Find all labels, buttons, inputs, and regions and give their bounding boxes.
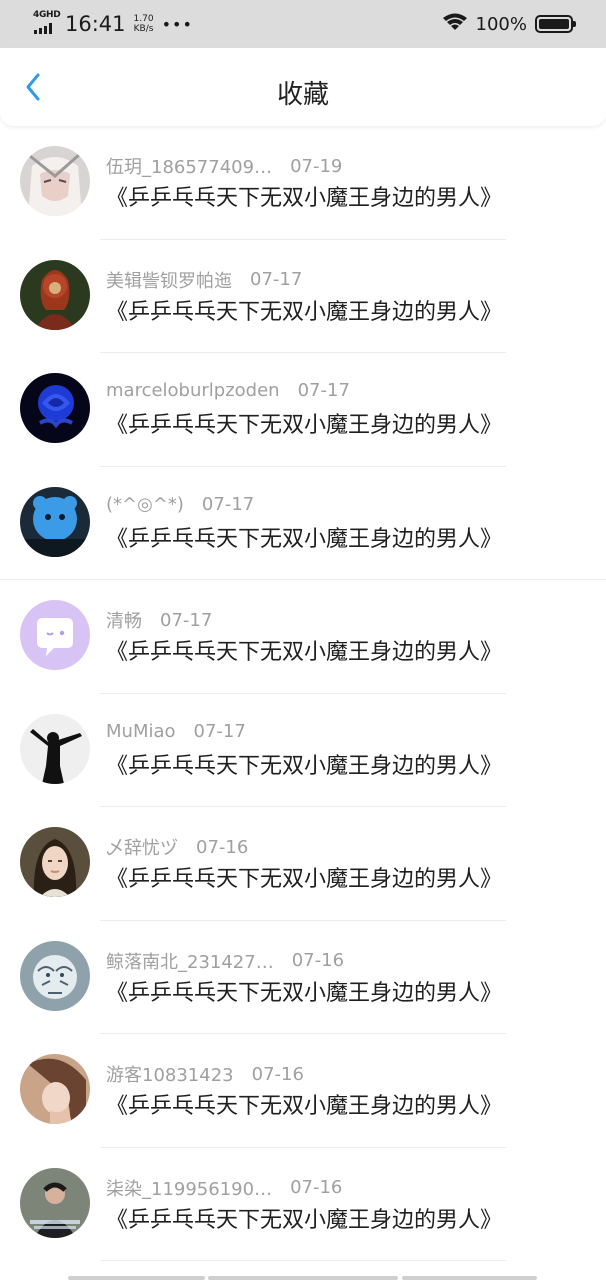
username[interactable]: 游客10831423 bbox=[106, 1061, 234, 1087]
item-meta: 游客10831423 07-16 bbox=[106, 1061, 304, 1087]
status-bar: 4GHD 16:41 1.70 KB/s ••• 100% bbox=[0, 0, 606, 48]
item-meta: (*^◎^*) 07-17 bbox=[106, 494, 254, 515]
speed-value: 1.70 bbox=[133, 14, 154, 24]
next-item-peek bbox=[0, 1272, 606, 1280]
list-item[interactable]: (*^◎^*) 07-17 《乒乒乓乓天下无双小魔王身边的男人》 bbox=[0, 467, 606, 580]
work-title[interactable]: 《乒乒乓乓天下无双小魔王身边的男人》 bbox=[106, 180, 502, 212]
item-meta: marceloburlpzoden 07-17 bbox=[106, 380, 350, 401]
battery-icon bbox=[535, 15, 576, 33]
item-date: 07-17 bbox=[201, 493, 255, 515]
battery-level-fill bbox=[539, 19, 569, 29]
list-item[interactable]: 美辑訾钡罗帕迤 07-17 《乒乒乓乓天下无双小魔王身边的男人》 bbox=[0, 240, 606, 353]
favorites-list: 伍玥_186577409… 07-19 《乒乒乓乓天下无双小魔王身边的男人》 美辑訾钡… bbox=[0, 126, 606, 1280]
item-meta: 美辑訾钡罗帕迤 07-17 bbox=[106, 267, 302, 293]
item-date: 07-17 bbox=[193, 720, 246, 742]
wifi-icon bbox=[442, 12, 468, 36]
username[interactable]: 乄辞忧ヅ bbox=[106, 834, 178, 860]
list-item[interactable]: 伍玥_186577409… 07-19 《乒乒乓乓天下无双小魔王身边的男人》 bbox=[0, 126, 606, 240]
username[interactable]: MuMiao bbox=[106, 721, 176, 742]
avatar[interactable] bbox=[20, 940, 90, 1011]
status-time: 16:41 bbox=[65, 12, 126, 36]
work-title[interactable]: 《乒乒乓乓天下无双小魔王身边的男人》 bbox=[106, 634, 502, 666]
item-date: 07-17 bbox=[160, 609, 213, 631]
item-meta: 伍玥_186577409… 07-19 bbox=[106, 153, 342, 179]
item-meta: 柒染_119956190… 07-16 bbox=[106, 1175, 342, 1201]
battery-percentage: 100% bbox=[475, 13, 527, 35]
page-title: 收藏 bbox=[276, 80, 329, 110]
item-date: 07-19 bbox=[290, 155, 343, 177]
item-date: 07-16 bbox=[290, 1177, 343, 1198]
item-date: 07-16 bbox=[291, 950, 345, 971]
avatar[interactable] bbox=[20, 1167, 90, 1238]
username[interactable]: 伍玥_186577409… bbox=[106, 153, 272, 179]
item-meta: 清畅 07-17 bbox=[106, 607, 212, 633]
username[interactable]: marceloburlpzoden bbox=[106, 380, 280, 401]
list-item[interactable]: 游客10831423 07-16 《乒乒乓乓天下无双小魔王身边的男人》 bbox=[0, 1034, 606, 1148]
avatar[interactable] bbox=[20, 827, 90, 897]
username[interactable]: (*^◎^*) bbox=[106, 494, 184, 515]
speed-unit: KB/s bbox=[133, 24, 154, 34]
avatar[interactable] bbox=[20, 713, 90, 784]
item-date: 07-16 bbox=[196, 836, 249, 858]
item-date: 07-17 bbox=[297, 380, 350, 401]
list-item[interactable]: 乄辞忧ヅ 07-16 《乒乒乓乓天下无双小魔王身边的男人》 bbox=[0, 807, 606, 921]
username[interactable]: 柒染_119956190… bbox=[106, 1175, 272, 1201]
username[interactable]: 美辑訾钡罗帕迤 bbox=[106, 267, 232, 293]
username[interactable]: 鲸落南北_231427… bbox=[106, 948, 274, 974]
work-title[interactable]: 《乒乒乓乓天下无双小魔王身边的男人》 bbox=[106, 861, 502, 893]
work-title[interactable]: 《乒乒乓乓天下无双小魔王身边的男人》 bbox=[106, 294, 502, 326]
username[interactable]: 清畅 bbox=[106, 607, 142, 633]
item-meta: 鲸落南北_231427… 07-16 bbox=[106, 948, 344, 974]
list-item[interactable]: 鲸落南北_231427… 07-16 《乒乒乓乓天下无双小魔王身边的男人》 bbox=[0, 921, 606, 1034]
network-speed: 1.70 KB/s bbox=[134, 14, 154, 34]
list-item[interactable]: 柒染_119956190… 07-16 《乒乒乓乓天下无双小魔王身边的男人》 bbox=[0, 1148, 606, 1261]
work-title[interactable]: 《乒乒乓乓天下无双小魔王身边的男人》 bbox=[106, 407, 502, 439]
work-title[interactable]: 《乒乒乓乓天下无双小魔王身边的男人》 bbox=[106, 1088, 502, 1120]
avatar[interactable] bbox=[20, 259, 90, 330]
list-item[interactable]: 清畅 07-17 《乒乒乓乓天下无双小魔王身边的男人》 bbox=[0, 580, 606, 694]
avatar[interactable] bbox=[20, 1054, 90, 1124]
list-item[interactable]: MuMiao 07-17 《乒乒乓乓天下无双小魔王身边的男人》 bbox=[0, 694, 606, 807]
list-item[interactable]: marceloburlpzoden 07-17 《乒乒乓乓天下无双小魔王身边的男人》 bbox=[0, 353, 606, 467]
item-date: 07-16 bbox=[251, 1063, 304, 1085]
work-title[interactable]: 《乒乒乓乓天下无双小魔王身边的男人》 bbox=[106, 1202, 502, 1234]
avatar[interactable] bbox=[20, 600, 90, 670]
divider bbox=[100, 1260, 506, 1261]
more-notifications-icon: ••• bbox=[161, 14, 193, 34]
item-meta: 乄辞忧ヅ 07-16 bbox=[106, 834, 248, 860]
work-title[interactable]: 《乒乒乓乓天下无双小魔王身边的男人》 bbox=[106, 975, 502, 1007]
nav-bar: 收藏 bbox=[0, 48, 606, 126]
avatar[interactable] bbox=[20, 486, 90, 557]
item-date: 07-17 bbox=[250, 269, 303, 290]
avatar[interactable] bbox=[20, 146, 90, 216]
work-title[interactable]: 《乒乒乓乓天下无双小魔王身边的男人》 bbox=[106, 521, 502, 553]
cellular-signal-icon: 4GHD bbox=[33, 9, 61, 39]
avatar[interactable] bbox=[20, 373, 90, 443]
item-meta: MuMiao 07-17 bbox=[106, 721, 246, 742]
work-title[interactable]: 《乒乒乓乓天下无双小魔王身边的男人》 bbox=[106, 748, 502, 780]
network-type: 4GHD bbox=[33, 10, 61, 20]
